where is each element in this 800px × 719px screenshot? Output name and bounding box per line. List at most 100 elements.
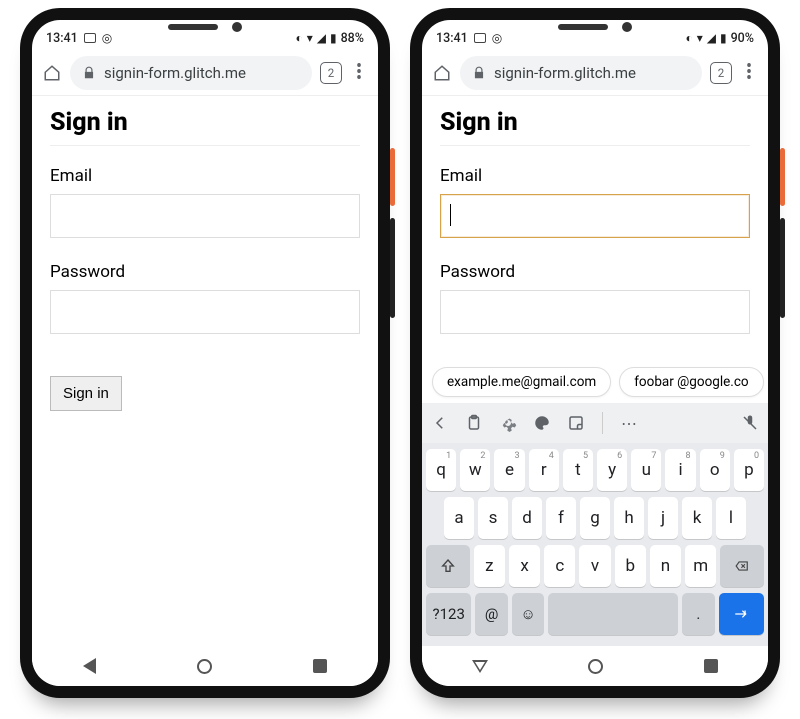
- tab-switcher[interactable]: 2: [320, 62, 342, 84]
- key-i[interactable]: i8: [665, 449, 695, 491]
- key-z[interactable]: z: [474, 545, 505, 587]
- screen: 13:41 ◎ ◐ ▾ ◢ ▮ 90% signin-fo: [422, 20, 768, 686]
- key-h[interactable]: h: [614, 497, 644, 539]
- key-o[interactable]: o9: [700, 449, 730, 491]
- phone-right: 13:41 ◎ ◐ ▾ ◢ ▮ 90% signin-fo: [410, 8, 780, 698]
- nav-back-icon[interactable]: [83, 658, 96, 674]
- key-j[interactable]: j: [648, 497, 678, 539]
- phone-left: 13:41 ◎ ◐ ▾ ◢ ▮ 88% signin-fo: [20, 8, 390, 698]
- nav-home-icon[interactable]: [197, 659, 212, 674]
- soft-keyboard: ⋯ q1w2e3r4t5y6u7i8o9p0 asdfghjkl zxcvbnm: [422, 403, 768, 646]
- key-space[interactable]: [548, 593, 678, 635]
- key-period[interactable]: .: [682, 593, 714, 635]
- android-navbar: [32, 646, 378, 686]
- key-emoji[interactable]: ☺: [512, 593, 544, 635]
- address-bar[interactable]: signin-form.glitch.me: [70, 56, 312, 90]
- suggestion-chip[interactable]: foobar @google.co: [619, 367, 763, 397]
- key-a[interactable]: a: [444, 497, 474, 539]
- key-backspace[interactable]: [720, 545, 764, 587]
- key-x[interactable]: x: [509, 545, 540, 587]
- keyboard-toolbar: ⋯: [422, 403, 768, 443]
- status-time: 13:41: [436, 31, 468, 46]
- email-label: Email: [440, 166, 750, 186]
- key-t[interactable]: t5: [563, 449, 593, 491]
- key-m[interactable]: m: [685, 545, 716, 587]
- clipboard-icon[interactable]: [464, 413, 484, 433]
- key-at[interactable]: @: [475, 593, 507, 635]
- battery-percent: 88%: [341, 31, 364, 46]
- key-y[interactable]: y6: [597, 449, 627, 491]
- key-w[interactable]: w2: [460, 449, 490, 491]
- key-c[interactable]: c: [544, 545, 575, 587]
- key-r[interactable]: r4: [529, 449, 559, 491]
- key-enter[interactable]: [719, 593, 764, 635]
- signal-icon: ◢: [317, 32, 326, 44]
- sticker-icon[interactable]: [566, 413, 586, 433]
- password-label: Password: [440, 262, 750, 282]
- key-u[interactable]: u7: [631, 449, 661, 491]
- home-icon[interactable]: [42, 64, 62, 82]
- key-f[interactable]: f: [546, 497, 576, 539]
- mic-off-icon[interactable]: [740, 413, 760, 433]
- key-p[interactable]: p0: [734, 449, 764, 491]
- key-n[interactable]: n: [650, 545, 681, 587]
- signin-button[interactable]: Sign in: [50, 376, 122, 411]
- nav-recent-icon[interactable]: [704, 659, 718, 673]
- page-content: Sign in Email Password Sign in: [32, 96, 378, 646]
- nav-home-icon[interactable]: [588, 659, 603, 674]
- key-s[interactable]: s: [478, 497, 508, 539]
- key-q[interactable]: q1: [426, 449, 456, 491]
- password-field[interactable]: [50, 290, 360, 334]
- page-title: Sign in: [440, 108, 750, 146]
- menu-button[interactable]: •••: [740, 64, 758, 82]
- screen: 13:41 ◎ ◐ ▾ ◢ ▮ 88% signin-fo: [32, 20, 378, 686]
- lock-icon: [472, 66, 486, 80]
- key-d[interactable]: d: [512, 497, 542, 539]
- nfc-icon: ◎: [102, 32, 112, 44]
- wifi-icon: ▾: [697, 32, 703, 44]
- text-caret: [450, 204, 451, 226]
- phone-notch: [558, 22, 632, 32]
- key-l[interactable]: l: [716, 497, 746, 539]
- dnd-icon: ◐: [295, 32, 302, 44]
- key-v[interactable]: v: [579, 545, 610, 587]
- status-app-icon: [474, 33, 486, 43]
- suggestion-chip[interactable]: example.me@gmail.com: [432, 367, 611, 397]
- key-g[interactable]: g: [580, 497, 610, 539]
- gear-icon[interactable]: [498, 413, 518, 433]
- chevron-left-icon[interactable]: [430, 413, 450, 433]
- tab-switcher[interactable]: 2: [710, 62, 732, 84]
- password-label: Password: [50, 262, 360, 282]
- android-navbar: [422, 646, 768, 686]
- autofill-suggestions: example.me@gmail.com foobar @google.co: [422, 361, 768, 403]
- key-e[interactable]: e3: [494, 449, 524, 491]
- more-icon[interactable]: ⋯: [619, 413, 639, 433]
- menu-button[interactable]: •••: [350, 64, 368, 82]
- url-text: signin-form.glitch.me: [104, 64, 246, 82]
- password-field[interactable]: [440, 290, 750, 334]
- nav-keyboard-down-icon[interactable]: [472, 660, 488, 673]
- key-symbols[interactable]: ?123: [426, 593, 471, 635]
- browser-toolbar: signin-form.glitch.me 2 •••: [32, 50, 378, 96]
- lock-icon: [82, 66, 96, 80]
- nav-recent-icon[interactable]: [313, 659, 327, 673]
- key-shift[interactable]: [426, 545, 470, 587]
- email-field[interactable]: [50, 194, 360, 238]
- battery-icon: ▮: [330, 32, 337, 44]
- url-text: signin-form.glitch.me: [494, 64, 636, 82]
- key-k[interactable]: k: [682, 497, 712, 539]
- key-b[interactable]: b: [615, 545, 646, 587]
- email-label: Email: [50, 166, 360, 186]
- browser-toolbar: signin-form.glitch.me 2 •••: [422, 50, 768, 96]
- nfc-icon: ◎: [492, 32, 502, 44]
- wifi-icon: ▾: [307, 32, 313, 44]
- email-field[interactable]: [440, 194, 750, 238]
- address-bar[interactable]: signin-form.glitch.me: [460, 56, 702, 90]
- status-time: 13:41: [46, 31, 78, 46]
- dnd-icon: ◐: [685, 32, 692, 44]
- palette-icon[interactable]: [532, 413, 552, 433]
- page-title: Sign in: [50, 108, 360, 146]
- page-content: Sign in Email Password Sign in example.m…: [422, 96, 768, 646]
- home-icon[interactable]: [432, 64, 452, 82]
- signal-icon: ◢: [707, 32, 716, 44]
